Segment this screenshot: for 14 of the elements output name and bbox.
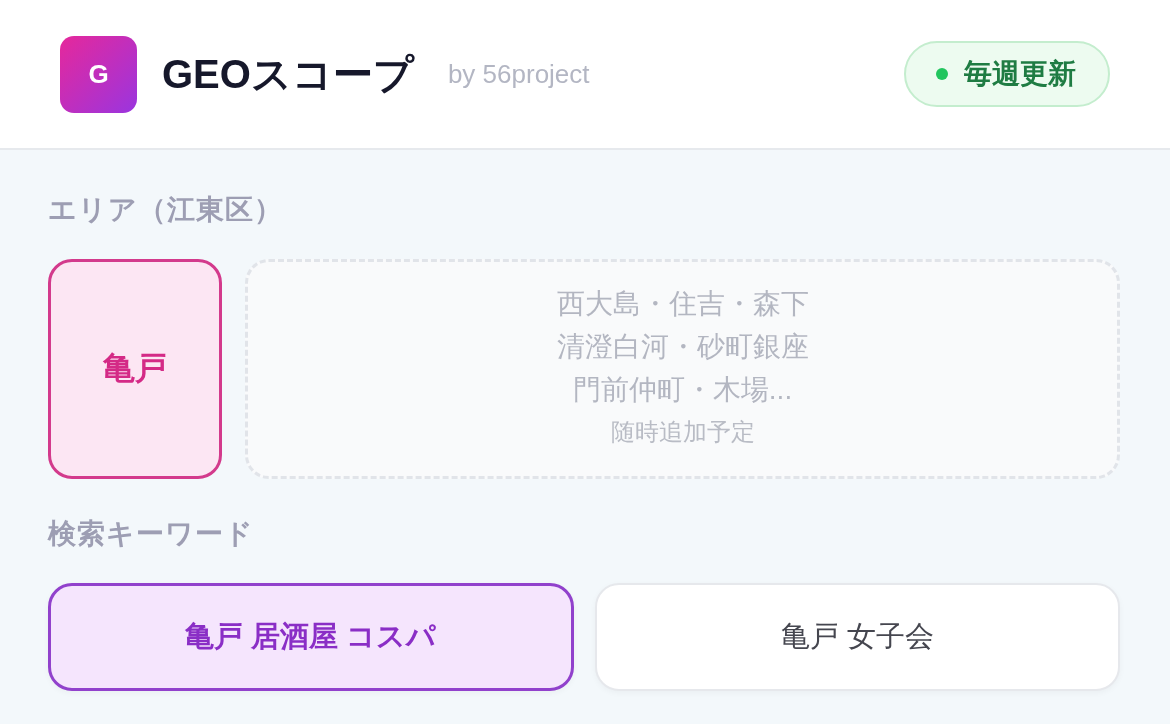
section-label: エリア（江東区） bbox=[48, 193, 283, 227]
area-list-text: 西大島・住吉・森下 bbox=[556, 286, 809, 321]
note-text: 随時追加予定 bbox=[610, 416, 755, 447]
badge-label: 毎週更新 bbox=[964, 57, 1076, 91]
area-button[interactable]: 亀戸 bbox=[48, 259, 222, 479]
section-label: 検索キーワード bbox=[48, 517, 254, 551]
area-list-text: 門前仲町・木場... bbox=[572, 372, 793, 407]
status-dot-icon bbox=[936, 68, 948, 80]
app-title: GEOスコープ bbox=[162, 50, 414, 98]
byline-text: by 56project bbox=[447, 58, 590, 90]
area-list-text: 清澄白河・砂町銀座 bbox=[556, 329, 809, 364]
keyword-button[interactable]: 亀戸 居酒屋 コスパ bbox=[48, 583, 574, 691]
keyword-button[interactable]: 亀戸 女子会 bbox=[594, 583, 1120, 691]
app-logo: G bbox=[60, 35, 137, 113]
